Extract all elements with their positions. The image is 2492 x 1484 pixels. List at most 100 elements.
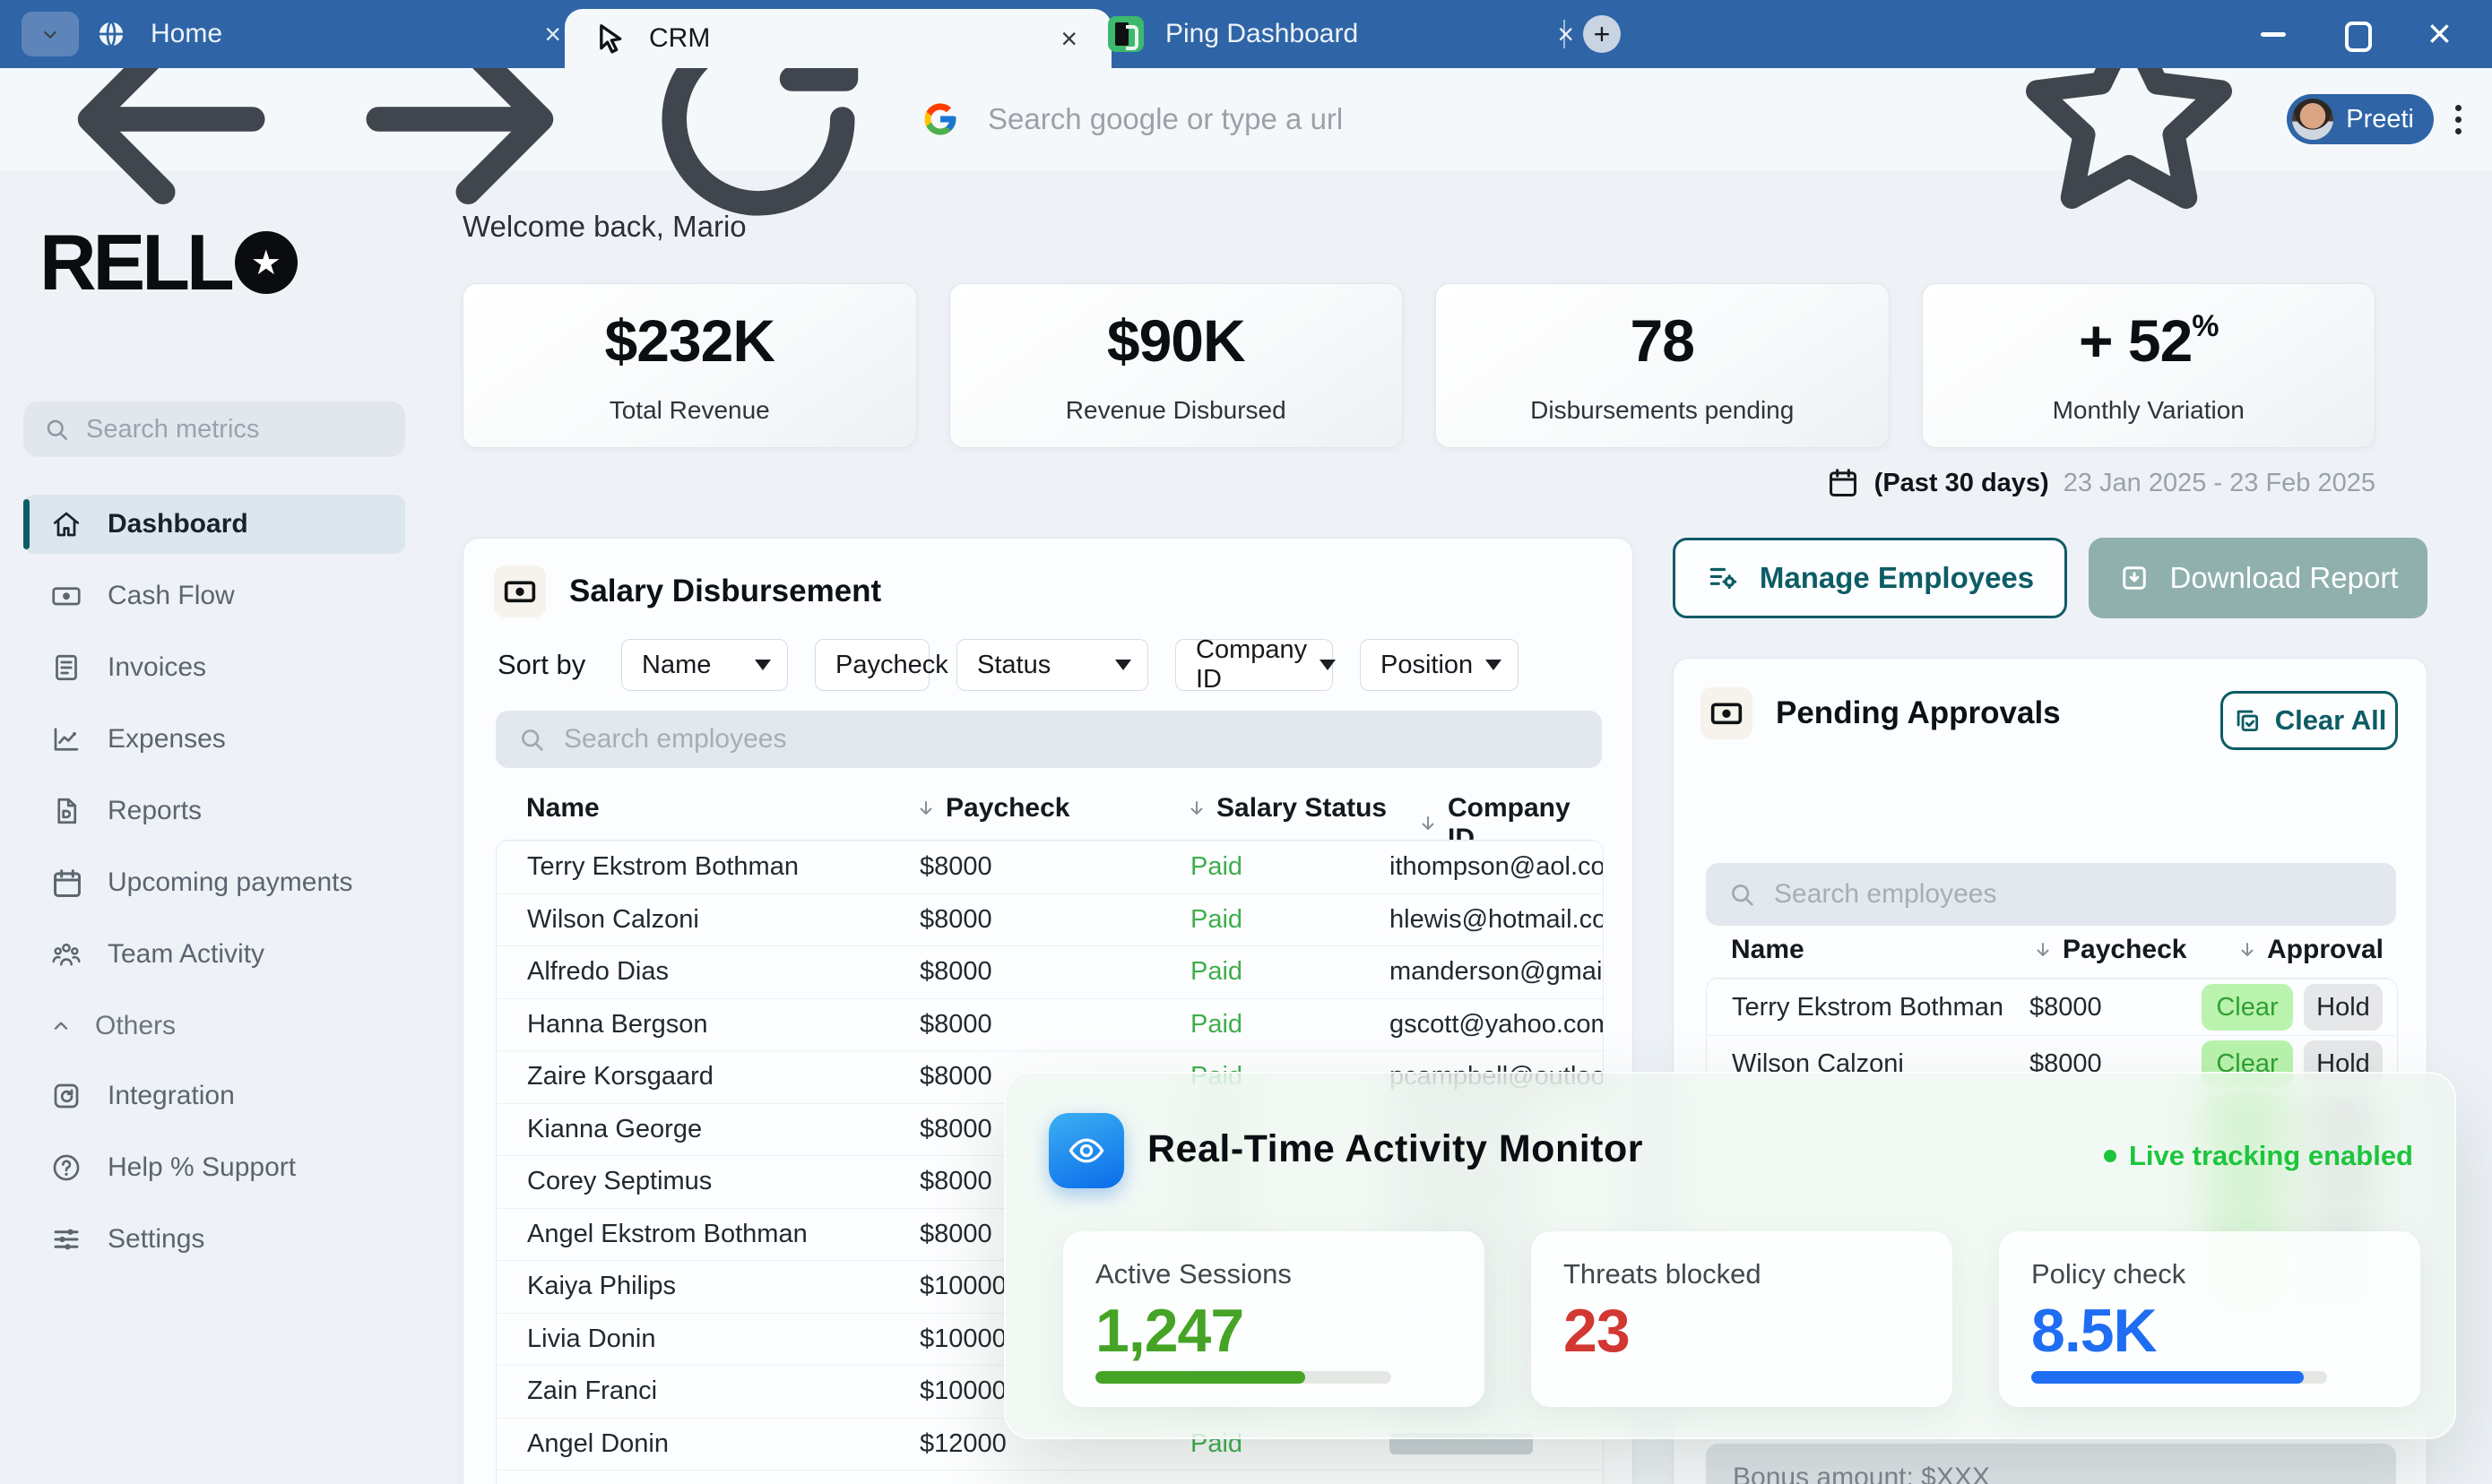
live-tracking-label: Live tracking enabled xyxy=(2129,1140,2413,1171)
employee-name: Zaire Korsgaard xyxy=(527,1062,714,1091)
chevron-down-icon xyxy=(1115,660,1131,670)
monitor-card-label: Threats blocked xyxy=(1563,1258,1761,1290)
column-header[interactable]: Paycheck xyxy=(2063,935,2186,965)
date-filter-label: (Past 30 days) xyxy=(1873,468,2049,497)
cursor-icon xyxy=(592,21,627,56)
tab-ping-dashboard[interactable]: Ping Dashboard × xyxy=(1069,0,1603,68)
sidebar-item-label: Reports xyxy=(108,796,203,825)
employee-paycheck: $8000 xyxy=(920,904,992,934)
download-report-button[interactable]: Download Report xyxy=(2089,538,2427,618)
sidebar-item[interactable]: Integration xyxy=(23,1066,405,1126)
tab-search-chevron-button[interactable] xyxy=(22,12,79,56)
sidebar-item-icon xyxy=(50,867,82,899)
sort-arrow-icon xyxy=(2032,939,2054,961)
employee-search[interactable] xyxy=(496,711,1602,768)
table-row[interactable]: Alfredo Dias $8000 Paid manderson@gmail.… xyxy=(497,945,1603,998)
employee-name: Terry Ekstrom Bothman xyxy=(1732,992,2003,1022)
tab-home[interactable]: Home × xyxy=(81,0,586,68)
sort-dropdown[interactable]: Status xyxy=(956,639,1148,691)
column-header[interactable]: Paycheck xyxy=(946,793,1069,824)
eye-icon xyxy=(1049,1113,1124,1188)
tab-label: Ping Dashboard xyxy=(1165,19,1359,48)
browser-menu-button[interactable] xyxy=(2455,104,2462,134)
monitor-cards: Active Sessions 1,247 Threats blocked 23 xyxy=(1063,1231,2420,1407)
sidebar-item[interactable]: Settings xyxy=(23,1210,405,1269)
sidebar-item[interactable]: Invoices xyxy=(23,638,405,697)
stat-label: Monthly Variation xyxy=(2052,396,2245,424)
close-tab-icon[interactable]: × xyxy=(1550,16,1581,52)
sort-dropdown-value: Position xyxy=(1380,650,1474,679)
date-filter-range: 23 Jan 2025 - 23 Feb 2025 xyxy=(2063,468,2375,497)
stat-label: Revenue Disbursed xyxy=(1065,396,1286,424)
sort-dropdown-value: Paycheck xyxy=(835,650,948,679)
clear-button[interactable]: Clear xyxy=(2202,984,2293,1031)
sidebar-item[interactable]: Reports xyxy=(23,781,405,841)
column-header[interactable]: Approval xyxy=(2267,935,2384,965)
approval-row[interactable]: Terry Ekstrom Bothman $8000 Clear Hold xyxy=(1707,979,2397,1035)
sidebar-item-icon xyxy=(50,508,82,540)
sort-dropdown[interactable]: Company ID xyxy=(1175,635,1337,694)
url-bar[interactable] xyxy=(986,101,1995,137)
table-row[interactable]: Hanna Bergson $8000 Paid gscott@yahoo.co… xyxy=(497,997,1603,1051)
close-tab-icon[interactable]: × xyxy=(537,16,568,52)
monitor-card-label: Policy check xyxy=(2031,1258,2186,1290)
column-header[interactable]: Name xyxy=(526,793,600,824)
sidebar-item[interactable]: Help % Support xyxy=(23,1138,405,1197)
stat-label: Disbursements pending xyxy=(1530,396,1795,424)
sort-dropdown[interactable]: Name xyxy=(621,639,788,691)
sort-dropdown[interactable]: Position xyxy=(1360,639,1519,691)
bonus-amount-field[interactable] xyxy=(1706,1444,2396,1484)
window-maximize-button[interactable] xyxy=(2345,22,2372,52)
sort-arrow-icon xyxy=(1186,798,1207,819)
stat-cards: $232K Total Revenue $90K Revenue Disburs… xyxy=(463,283,2375,448)
tab-bar: Home × CRM × Ping Dashboard × + × xyxy=(0,0,2492,68)
monitor-card-value: 8.5K xyxy=(2031,1297,2158,1365)
table-row[interactable]: Terry Ekstrom Bothman $8000 Paid ithomps… xyxy=(497,841,1603,893)
hold-button[interactable]: Hold xyxy=(2304,984,2383,1031)
chevron-down-icon xyxy=(1320,660,1337,670)
globe-icon xyxy=(93,16,129,52)
clear-all-button[interactable]: Clear All xyxy=(2220,691,2398,750)
employee-name: Alfredo Dias xyxy=(527,957,669,987)
search-employees-input[interactable] xyxy=(562,723,1416,755)
tab-crm-active[interactable]: CRM × xyxy=(565,9,1112,68)
employee-name: Corey Septimus xyxy=(527,1167,713,1196)
bonus-amount-input[interactable] xyxy=(1731,1462,2371,1484)
window-close-button[interactable]: × xyxy=(2420,9,2459,57)
sidebar-item-label: Settings xyxy=(108,1224,205,1254)
sort-dropdowns: Name Paycheck Status Company ID Position xyxy=(621,635,1519,694)
stat-card: $90K Revenue Disbursed xyxy=(948,283,1403,448)
column-header[interactable]: Salary Status xyxy=(1216,793,1387,824)
stat-card: 78 Disbursements pending xyxy=(1435,283,1890,448)
profile-button[interactable]: Preeti xyxy=(2287,94,2434,144)
sidebar-item[interactable]: Cash Flow xyxy=(23,566,405,626)
table-row[interactable]: Jocelyn George $10000 Paid wgreen@yahoo.… xyxy=(497,1470,1603,1484)
table-row[interactable]: Wilson Calzoni $8000 Paid hlewis@hotmail… xyxy=(497,893,1603,946)
sidebar-item[interactable]: Expenses xyxy=(23,710,405,769)
manage-employees-button[interactable]: Manage Employees xyxy=(1673,538,2067,618)
date-filter[interactable]: (Past 30 days) 23 Jan 2025 - 23 Feb 2025 xyxy=(1826,466,2375,500)
sidebar-nav: Dashboard Cash Flow Invoices Expenses Re… xyxy=(23,495,405,1281)
download-icon xyxy=(2118,562,2150,594)
sidebar-section-others[interactable]: Others xyxy=(23,1004,405,1048)
sidebar-item[interactable]: Upcoming payments xyxy=(23,853,405,912)
sidebar-item-label: Integration xyxy=(108,1081,235,1110)
sidebar-search[interactable] xyxy=(23,401,405,457)
search-employees-input[interactable] xyxy=(1772,878,2294,910)
new-tab-button[interactable]: + xyxy=(1583,15,1621,53)
clear-all-label: Clear All xyxy=(2274,704,2387,736)
chevron-down-icon xyxy=(755,660,771,670)
manage-employees-label: Manage Employees xyxy=(1759,561,2035,594)
sidebar-item[interactable]: Team Activity xyxy=(23,925,405,984)
tab-separator xyxy=(1563,20,1565,48)
approvals-search[interactable] xyxy=(1706,863,2396,926)
sort-arrow-icon xyxy=(915,798,937,819)
employee-paycheck: $8000 xyxy=(920,852,992,882)
copy-check-icon xyxy=(2232,705,2263,736)
approvals-table-header: Name Paycheck Approval xyxy=(1706,935,2396,971)
column-header[interactable]: Name xyxy=(1731,935,1804,965)
sort-dropdown[interactable]: Paycheck xyxy=(815,639,977,691)
sidebar-item[interactable]: Dashboard xyxy=(23,495,405,554)
search-metrics-input[interactable] xyxy=(84,413,375,445)
window-minimize-button[interactable] xyxy=(2261,32,2286,37)
